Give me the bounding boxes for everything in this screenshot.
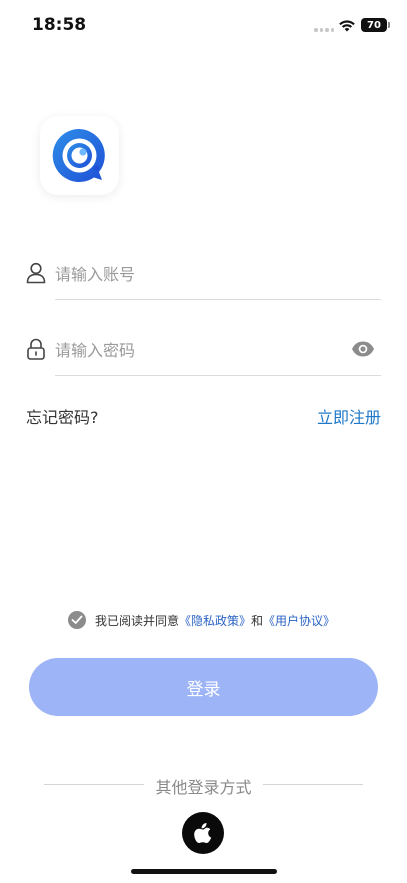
agreement-prefix: 我已阅读并同意 — [95, 613, 180, 628]
user-icon — [26, 262, 46, 284]
forgot-password-link[interactable]: 忘记密码? — [26, 404, 99, 428]
status-time: 18:58 — [32, 15, 87, 35]
home-indicator — [131, 869, 277, 874]
password-underline — [55, 375, 381, 376]
divider-right — [263, 784, 363, 785]
cellular-signal-icon — [314, 28, 334, 32]
username-field — [26, 250, 381, 300]
apple-login-button[interactable] — [182, 812, 224, 854]
other-login-label: 其他登录方式 — [155, 778, 252, 797]
username-underline — [55, 299, 381, 300]
login-button[interactable]: 登录 — [29, 658, 378, 716]
wifi-icon — [339, 20, 355, 32]
app-logo — [40, 116, 119, 195]
chat-bubble-logo-icon — [52, 128, 105, 182]
apple-icon — [194, 823, 212, 843]
password-field — [26, 326, 381, 376]
lock-icon — [27, 338, 45, 360]
agreement-row: 我已阅读并同意《隐私政策》和《用户协议》 — [68, 610, 335, 630]
eye-icon[interactable] — [351, 340, 375, 358]
agreement-and: 和 — [251, 613, 264, 628]
battery-level: 70 — [367, 19, 381, 31]
user-agreement-link[interactable]: 《用户协议》 — [263, 614, 335, 628]
username-input[interactable] — [55, 256, 345, 292]
battery-icon: 70 — [361, 18, 390, 32]
other-login-divider: 其他登录方式 — [44, 773, 363, 797]
privacy-policy-link[interactable]: 《隐私政策》 — [179, 614, 251, 628]
check-icon — [71, 615, 83, 624]
agreement-checkbox[interactable] — [68, 611, 86, 629]
password-input[interactable] — [55, 332, 345, 368]
register-link[interactable]: 立即注册 — [317, 404, 381, 428]
status-bar: 18:58 70 — [0, 0, 407, 52]
agreement-text: 我已阅读并同意《隐私政策》和《用户协议》 — [95, 612, 335, 629]
